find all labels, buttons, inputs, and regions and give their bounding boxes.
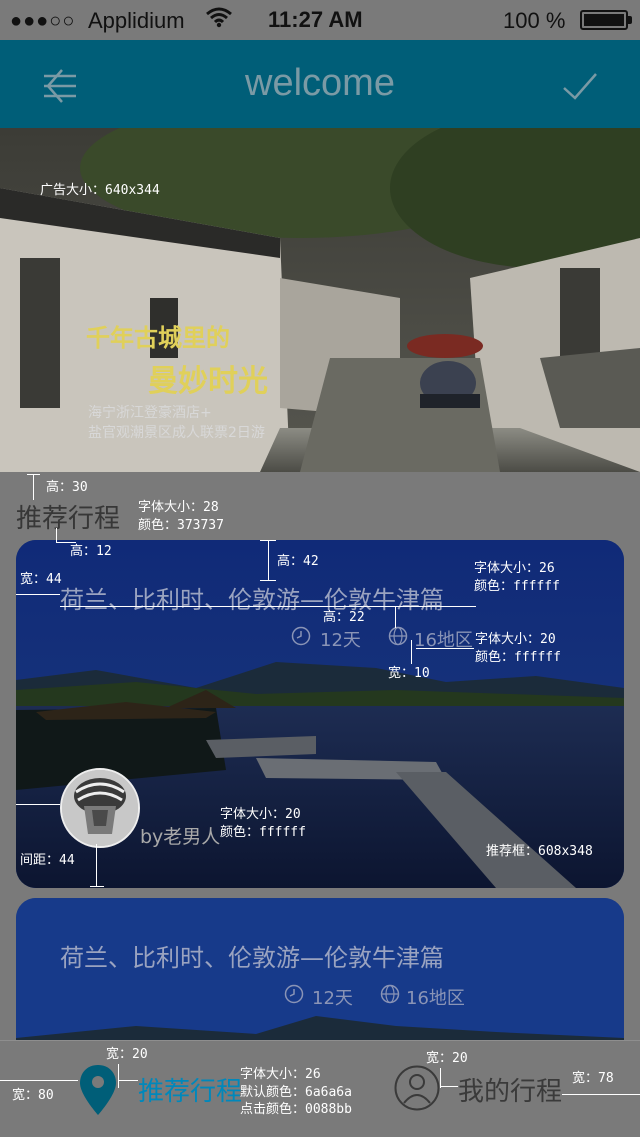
banner-size-annotation: 广告大小：640x344 <box>40 183 160 198</box>
banner-subtext-1: 海宁浙江登豪酒店+ <box>88 405 212 421</box>
tab-annotation-width-78: 宽：78 <box>572 1071 614 1086</box>
section-font-annotation: 字体大小：28 颜色：373737 <box>138 499 224 534</box>
card-title-font-size-note: 字体大小：26 <box>474 561 555 576</box>
page-title: welcome <box>245 62 395 104</box>
banner-headline-1: 千年古城里的 <box>86 323 230 352</box>
card-author-font-annotation: 字体大小：20 颜色：ffffff <box>220 806 306 841</box>
card-days: 12天 <box>312 988 353 1009</box>
battery-percent: 100 % <box>503 8 566 33</box>
banner-subtext-2: 盐官观潮景区成人联票2日游 <box>88 425 265 441</box>
dimension-line <box>16 804 60 805</box>
card-author-font-color-note: 颜色：ffffff <box>220 824 306 840</box>
dimension-line <box>96 844 97 886</box>
clock-icon <box>284 984 304 1004</box>
tab-font-size-note: 字体大小：26 <box>240 1067 321 1082</box>
battery-icon <box>580 10 628 30</box>
tab-annotation-width-20-right: 宽：20 <box>426 1051 468 1066</box>
section-font-size-note: 字体大小：28 <box>138 500 219 515</box>
wifi-icon <box>206 6 232 34</box>
card-annotation-height-22: 高：22 <box>323 610 365 625</box>
title-underline <box>60 606 476 607</box>
carrier-name: Applidium <box>88 8 185 33</box>
dimension-line <box>416 648 474 649</box>
author-avatar[interactable] <box>60 768 140 848</box>
dimension-line <box>562 1094 640 1095</box>
section-font-color-note: 颜色：373737 <box>138 517 224 533</box>
map-pin-icon[interactable] <box>78 1063 118 1117</box>
dimension-tick <box>27 474 40 475</box>
dimension-line <box>118 1064 119 1088</box>
tab-annotation-width-80: 宽：80 <box>12 1088 54 1103</box>
tab-default-color-note: 默认颜色：6a6a6a <box>240 1084 352 1100</box>
status-time: 11:27 AM <box>268 7 363 32</box>
dimension-line <box>16 594 60 595</box>
card-author: by老男人 <box>140 826 221 848</box>
globe-icon <box>388 626 408 646</box>
user-icon[interactable] <box>394 1065 440 1111</box>
card-annotation-height-42: 高：42 <box>277 554 319 569</box>
dimension-line <box>33 474 34 500</box>
dimension-line <box>56 528 57 542</box>
banner-headline-2: 曼妙时光 <box>148 364 268 399</box>
card-title: 荷兰、比利时、伦敦游—伦敦牛津篇 <box>60 586 444 614</box>
dimension-line <box>395 606 396 628</box>
dimension-line <box>0 1080 78 1081</box>
dimension-line <box>118 1080 138 1081</box>
card-title-font-color-note: 颜色：ffffff <box>474 578 560 594</box>
check-icon[interactable] <box>560 66 600 106</box>
card-annotation-width-10: 宽：10 <box>388 666 430 681</box>
globe-icon <box>380 984 400 1004</box>
tab-annotation-width-20-left: 宽：20 <box>106 1047 148 1062</box>
card-size-annotation: 推荐框：608x348 <box>486 844 593 859</box>
dimension-line <box>411 640 412 664</box>
card-annotation-spacing-44: 间距：44 <box>20 853 75 868</box>
dimension-line <box>268 540 269 580</box>
recommend-card[interactable]: 荷兰、比利时、伦敦游—伦敦牛津篇 12天 16地区 <box>16 898 624 1058</box>
tab-my-trips[interactable]: 我的行程 <box>458 1071 562 1108</box>
dimension-line <box>440 1086 458 1087</box>
card-meta-font-color-note: 颜色：ffffff <box>475 649 561 665</box>
tab-label-style-annotation: 字体大小：26 默认颜色：6a6a6a 点击颜色：0088bb <box>240 1066 352 1119</box>
section-height-annotation: 高：30 <box>46 480 88 495</box>
tab-click-color-note: 点击颜色：0088bb <box>240 1102 352 1118</box>
card-meta-font-size-note: 字体大小：20 <box>475 632 556 647</box>
card-days: 12天 <box>320 630 361 651</box>
tab-recommend[interactable]: 推荐行程 <box>138 1071 242 1108</box>
card-title-font-annotation: 字体大小：26 颜色：ffffff <box>474 560 560 595</box>
dimension-tick <box>260 580 276 581</box>
card-annotation-height-12: 高：12 <box>70 544 112 559</box>
card-image <box>16 898 624 1058</box>
banner-ad[interactable]: 广告大小：640x344 千年古城里的 曼妙时光 海宁浙江登豪酒店+ 盐官观潮景… <box>0 128 640 472</box>
battery-nub <box>628 16 632 24</box>
card-annotation-width-44: 宽：44 <box>20 572 62 587</box>
section-title: 推荐行程 <box>16 504 121 534</box>
dimension-tick <box>90 886 104 887</box>
clock-icon <box>291 626 311 646</box>
dimension-line <box>440 1068 441 1088</box>
card-regions: 16地区 <box>406 988 465 1009</box>
card-meta-font-annotation: 字体大小：20 颜色：ffffff <box>475 631 561 666</box>
card-title: 荷兰、比利时、伦敦游—伦敦牛津篇 <box>60 944 444 972</box>
card-author-font-size-note: 字体大小：20 <box>220 807 301 822</box>
dimension-tick <box>260 540 276 541</box>
signal-strength: ●●●○○ <box>10 10 76 32</box>
nav-bar: welcome <box>0 40 640 128</box>
status-bar: ●●●○○ Applidium 11:27 AM 100 % <box>0 0 640 40</box>
